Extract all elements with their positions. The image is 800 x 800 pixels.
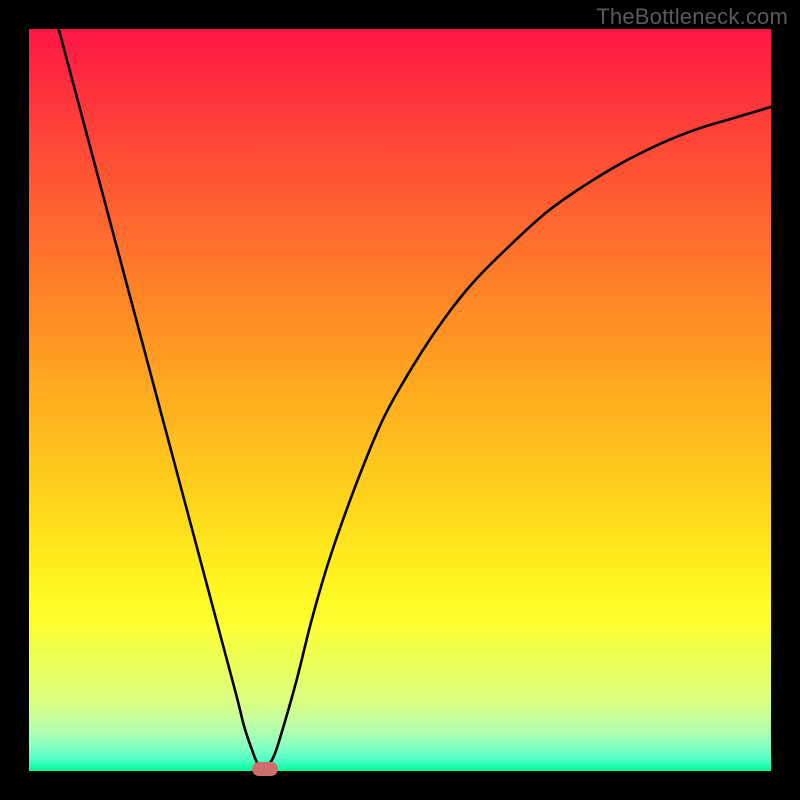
plot-area: [29, 29, 771, 771]
bottleneck-curve: [59, 29, 771, 768]
chart-frame: TheBottleneck.com: [0, 0, 800, 800]
watermark-text: TheBottleneck.com: [596, 4, 788, 30]
bottleneck-marker: [252, 762, 278, 776]
curve-svg: [29, 29, 771, 771]
